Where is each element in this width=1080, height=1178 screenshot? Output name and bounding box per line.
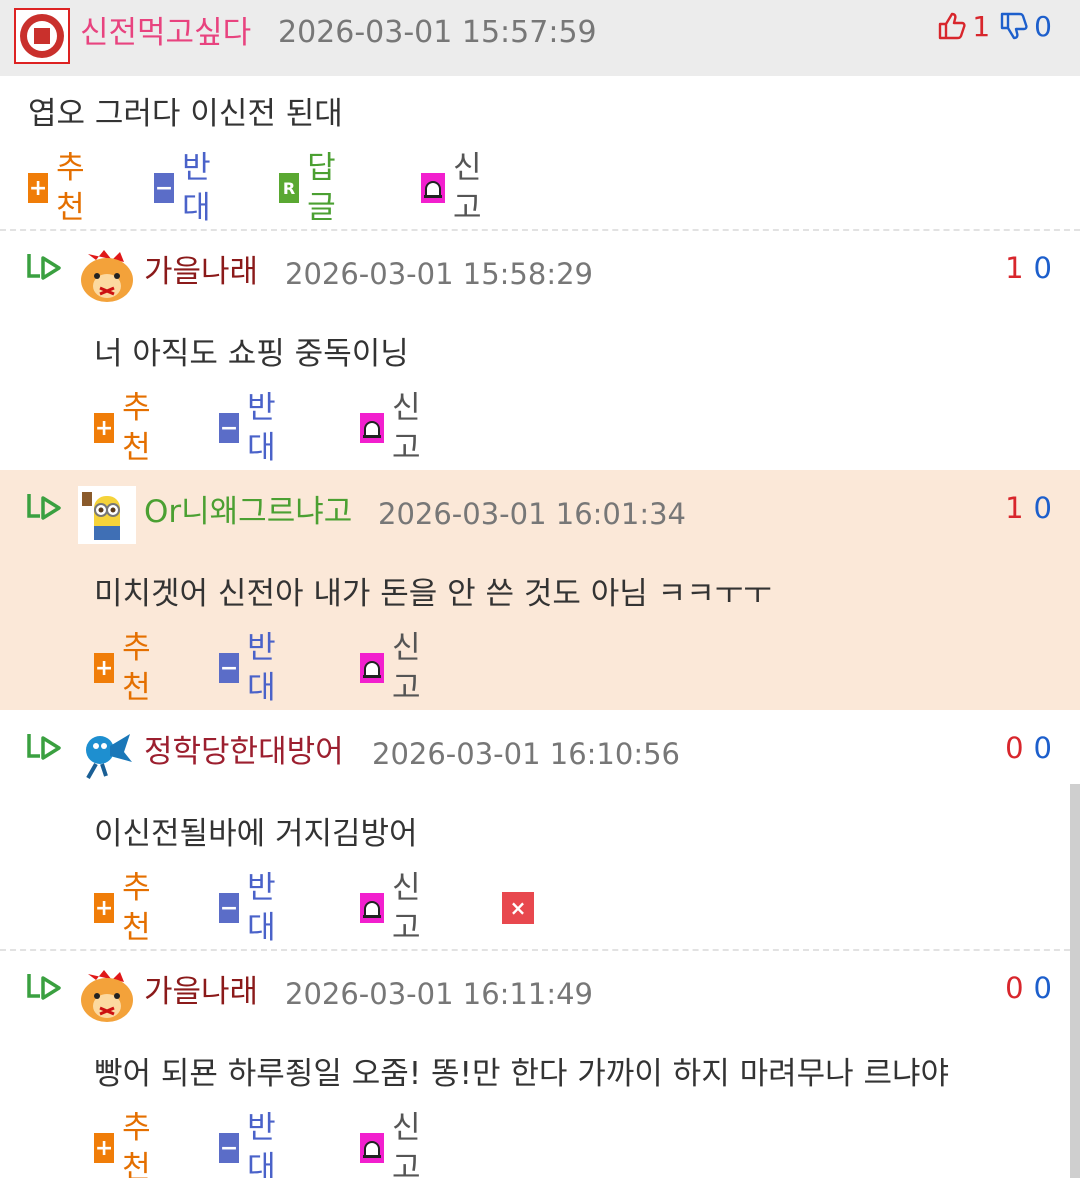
comment-nickname[interactable]: 신전먹고싶다 [80, 13, 251, 53]
reply-nickname[interactable]: 가을나래 [144, 972, 258, 1012]
reply-down-count: 0 [1033, 491, 1052, 525]
minus-icon: − [219, 893, 240, 923]
siren-icon [360, 1133, 384, 1163]
reply-body: 너 아직도 쇼핑 중독이닝 [94, 336, 409, 372]
report-button[interactable]: 신고 [360, 870, 427, 946]
user-avatar-icon[interactable] [14, 8, 70, 64]
fish-avatar-icon[interactable] [78, 726, 136, 784]
plus-icon: + [94, 413, 115, 443]
report-button[interactable]: 신고 [360, 630, 427, 706]
minus-icon: − [219, 413, 240, 443]
reply-arrow-icon [27, 494, 61, 520]
reply-body: 빵어 되묜 하루죙일 오줌! 똥!만 한다 가까이 하지 마려무나 르냐야 [94, 1056, 950, 1092]
report-label: 신고 [392, 1110, 421, 1178]
reply-up-count: 1 [1005, 491, 1024, 525]
report-label: 신고 [392, 870, 421, 946]
reply-button[interactable]: R 답글 [279, 150, 346, 226]
reply-arrow-icon [27, 734, 61, 760]
oppose-label: 반대 [247, 870, 276, 946]
reply-body: 이신전될바에 거지김방어 [94, 816, 418, 852]
report-button[interactable]: 신고 [360, 1110, 427, 1178]
report-label: 신고 [392, 630, 421, 706]
thumbs-up-icon [939, 12, 966, 40]
reply-date: 2026-03-01 16:01:34 [378, 497, 686, 531]
reply-votes: 00 [1005, 728, 1052, 768]
recommend-label: 추천 [56, 150, 85, 226]
report-label: 신고 [392, 390, 421, 466]
recommend-label: 추천 [122, 1110, 151, 1178]
reply-item: 정학당한대방어 2026-03-01 16:10:56 00 이신전될바에 거지… [0, 710, 1080, 950]
reply-up-count: 1 [1005, 251, 1024, 285]
minus-icon: − [154, 173, 175, 203]
recommend-button[interactable]: + 추천 [94, 390, 161, 466]
oppose-button[interactable]: − 반대 [219, 390, 286, 466]
reply-nickname[interactable]: 가을나래 [144, 252, 258, 292]
plus-icon: + [28, 173, 49, 203]
report-button[interactable]: 신고 [421, 150, 488, 226]
oppose-button[interactable]: − 반대 [219, 1110, 286, 1178]
scrollbar[interactable] [1070, 784, 1080, 1178]
recommend-button[interactable]: + 추천 [94, 1110, 161, 1178]
delete-button[interactable]: × [502, 888, 534, 928]
report-label: 신고 [453, 150, 482, 226]
reply-label: 답글 [307, 150, 336, 226]
recommend-label: 추천 [122, 630, 151, 706]
siren-icon [360, 653, 384, 683]
comment-header: 신전먹고싶다 2026-03-01 15:57:59 1 0 [0, 0, 1080, 76]
reply-arrow-icon [27, 254, 61, 280]
siren-icon [360, 413, 384, 443]
plus-icon: + [94, 653, 115, 683]
hamster-avatar-icon[interactable] [78, 966, 136, 1024]
siren-icon [360, 893, 384, 923]
reply-nickname[interactable]: 정학당한대방어 [144, 732, 344, 772]
recommend-label: 추천 [122, 870, 151, 946]
thumbs-down-icon [1000, 12, 1028, 40]
reply-icon: R [279, 173, 300, 203]
comment-body: 엽오 그러다 이신전 된대 [28, 96, 343, 132]
oppose-button[interactable]: − 반대 [219, 870, 286, 946]
close-icon: × [502, 892, 534, 924]
reply-nickname[interactable]: Or니왜그르냐고 [144, 492, 352, 532]
reply-date: 2026-03-01 16:11:49 [285, 977, 593, 1011]
reply-body: 미치겟어 신전아 내가 돈을 안 쓴 것도 아님 ㅋㅋㅜㅜ [94, 576, 772, 612]
oppose-button[interactable]: − 반대 [154, 150, 221, 226]
minus-icon: − [219, 653, 240, 683]
oppose-label: 반대 [182, 150, 211, 226]
reply-arrow-icon [27, 974, 61, 1000]
thumbs-up-count: 1 [972, 9, 991, 43]
minion-avatar-icon[interactable] [78, 486, 136, 544]
oppose-label: 반대 [247, 630, 276, 706]
recommend-button[interactable]: + 추천 [94, 870, 161, 946]
oppose-button[interactable]: − 반대 [219, 630, 286, 706]
reply-up-count: 0 [1005, 971, 1024, 1005]
reply-votes: 00 [1005, 968, 1052, 1008]
minus-icon: − [219, 1133, 240, 1163]
reply-down-count: 0 [1033, 731, 1052, 765]
reply-up-count: 0 [1005, 731, 1024, 765]
recommend-label: 추천 [122, 390, 151, 466]
recommend-button[interactable]: + 추천 [28, 150, 95, 226]
reply-date: 2026-03-01 15:58:29 [285, 257, 593, 291]
recommend-button[interactable]: + 추천 [94, 630, 161, 706]
thumbs-down-count: 0 [1034, 9, 1052, 43]
siren-icon [421, 173, 445, 203]
reply-date: 2026-03-01 16:10:56 [372, 737, 680, 771]
oppose-label: 반대 [247, 390, 276, 466]
hamster-avatar-icon[interactable] [78, 246, 136, 304]
vote-summary: 1 0 [936, 9, 1052, 43]
reply-item-highlighted: Or니왜그르냐고 2026-03-01 16:01:34 10 미치겟어 신전아… [0, 470, 1080, 710]
reply-down-count: 0 [1033, 971, 1052, 1005]
reply-votes: 10 [1005, 248, 1052, 288]
plus-icon: + [94, 1133, 115, 1163]
plus-icon: + [94, 893, 115, 923]
report-button[interactable]: 신고 [360, 390, 427, 466]
reply-down-count: 0 [1033, 251, 1052, 285]
comment-date: 2026-03-01 15:57:59 [278, 15, 597, 50]
reply-item: 가을나래 2026-03-01 15:58:29 10 너 아직도 쇼핑 중독이… [0, 230, 1080, 470]
oppose-label: 반대 [247, 1110, 276, 1178]
reply-votes: 10 [1005, 488, 1052, 528]
reply-item: 가을나래 2026-03-01 16:11:49 00 빵어 되묜 하루죙일 오… [0, 950, 1080, 1178]
